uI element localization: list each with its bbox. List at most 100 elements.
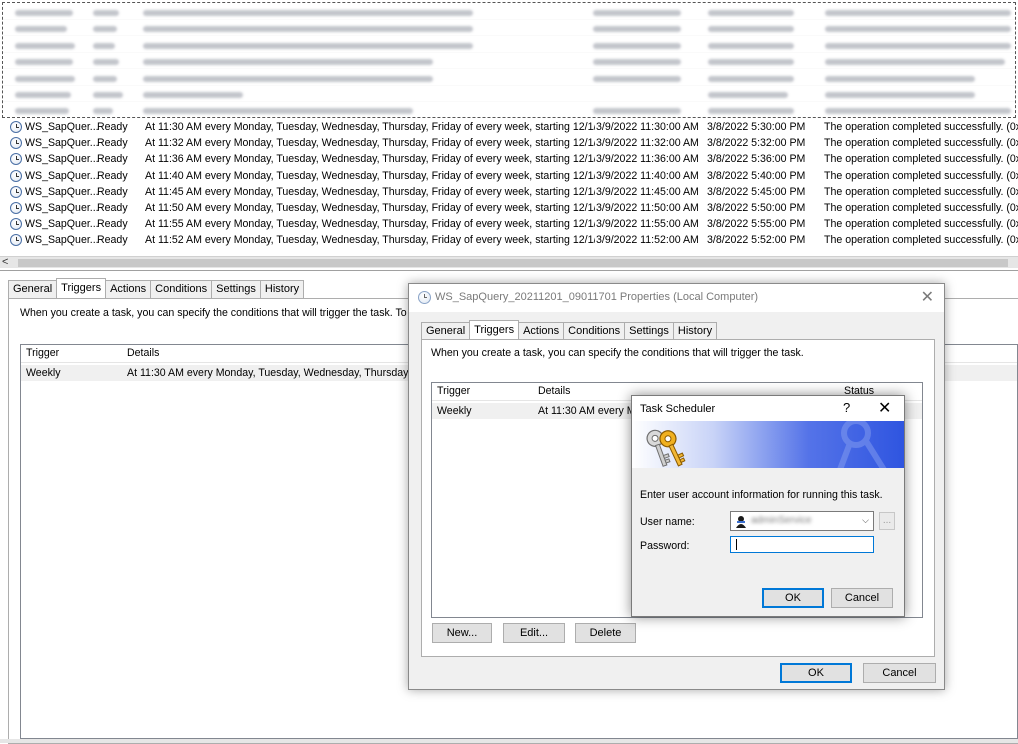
- user-name-value: adminService: [751, 515, 812, 526]
- task-row[interactable]: WS_SapQuer... Ready At 11:40 AM every Mond…: [0, 168, 1018, 184]
- column-header-trigger[interactable]: Trigger: [437, 385, 470, 397]
- task-last-run: 3/8/2022 5:36:00 PM: [707, 153, 806, 166]
- task-row[interactable]: WS_SapQuer... Ready At 11:36 AM every Mond…: [0, 151, 1018, 167]
- redacted-text: [825, 92, 975, 98]
- redacted-text: [143, 42, 473, 49]
- tab-triggers[interactable]: Triggers: [469, 320, 520, 339]
- task-row[interactable]: WS_SapQuer... Ready At 11:50 AM every Mond…: [0, 200, 1018, 216]
- credential-banner: [632, 421, 904, 468]
- task-triggers: At 11:50 AM every Monday, Tuesday, Wedne…: [145, 202, 595, 214]
- redacted-text: [708, 108, 794, 115]
- close-icon[interactable]: ✕: [921, 287, 934, 307]
- tab-settings[interactable]: Settings: [211, 280, 261, 298]
- clock-icon: [10, 153, 22, 166]
- keys-icon: [646, 429, 686, 467]
- task-status: Ready: [97, 234, 128, 247]
- column-header-details[interactable]: Details: [538, 385, 570, 397]
- task-name: WS_SapQuer...: [25, 137, 99, 150]
- scroll-left-arrow[interactable]: <: [2, 256, 8, 268]
- properties-title: WS_SapQuery_20211201_09011701 Properties…: [435, 291, 759, 303]
- credential-titlebar[interactable]: Task Scheduler ? ✕: [632, 396, 904, 421]
- tab-actions[interactable]: Actions: [518, 322, 565, 340]
- browse-user-button[interactable]: ...: [879, 512, 895, 530]
- task-last-result: The operation completed successfully. (0…: [824, 185, 1018, 198]
- tab-actions[interactable]: Actions: [105, 280, 152, 298]
- password-label: Password:: [640, 540, 690, 552]
- task-last-result: The operation completed successfully. (0…: [824, 153, 1018, 166]
- ok-button[interactable]: OK: [780, 663, 852, 683]
- tab-general[interactable]: General: [421, 322, 471, 340]
- close-icon[interactable]: ✕: [878, 398, 891, 418]
- clock-icon: [10, 185, 22, 198]
- redacted-text: [15, 26, 67, 33]
- tab-history[interactable]: History: [259, 280, 305, 298]
- trigger-type: Weekly: [437, 405, 472, 417]
- cancel-button[interactable]: Cancel: [831, 588, 893, 608]
- task-last-run: 3/8/2022 5:40:00 PM: [707, 169, 806, 182]
- edit-trigger-button[interactable]: Edit...: [503, 623, 565, 643]
- redacted-text: [708, 75, 794, 82]
- task-status: Ready: [97, 137, 128, 150]
- credential-title: Task Scheduler: [640, 403, 716, 415]
- task-row[interactable]: WS_SapQuer... Ready At 11:55 AM every Mond…: [0, 216, 1018, 232]
- clock-icon: [10, 121, 22, 133]
- task-last-run: 3/8/2022 5:55:00 PM: [707, 218, 806, 231]
- redacted-text: [93, 75, 117, 82]
- task-triggers: At 11:55 AM every Monday, Tuesday, Wedne…: [145, 218, 595, 231]
- redacted-text: [825, 108, 1011, 115]
- tab-triggers[interactable]: Triggers: [56, 278, 107, 297]
- properties-titlebar[interactable]: WS_SapQuery_20211201_09011701 Properties…: [409, 284, 944, 312]
- task-triggers: At 11:40 AM every Monday, Tuesday, Wedne…: [145, 169, 595, 182]
- tab-settings[interactable]: Settings: [624, 322, 674, 340]
- redacted-text: [825, 75, 975, 82]
- task-status: Ready: [97, 202, 128, 214]
- cancel-button[interactable]: Cancel: [863, 663, 936, 683]
- chevron-down-icon[interactable]: ⌵: [862, 515, 869, 526]
- redacted-text: [708, 42, 794, 49]
- column-header-details[interactable]: Details: [127, 347, 159, 359]
- task-status: Ready: [97, 121, 128, 133]
- redacted-text: [825, 10, 1011, 16]
- task-row[interactable]: WS_SapQuer... Ready At 11:30 AM every Mond…: [0, 119, 1018, 135]
- scrollbar-thumb[interactable]: [18, 259, 1008, 267]
- task-last-run: 3/8/2022 5:45:00 PM: [707, 185, 806, 198]
- trigger-details: At 11:30 AM every M: [538, 405, 636, 417]
- tab-history[interactable]: History: [672, 322, 718, 340]
- ok-button[interactable]: OK: [762, 588, 824, 608]
- tab-general[interactable]: General: [8, 280, 58, 298]
- clock-icon: [10, 202, 22, 214]
- detail-tabs: General Triggers Actions Conditions Sett…: [8, 278, 305, 298]
- task-status: Ready: [97, 153, 128, 166]
- task-row[interactable]: WS_SapQuer... Ready At 11:32 AM every Mond…: [0, 135, 1018, 151]
- column-header-trigger[interactable]: Trigger: [26, 347, 59, 359]
- task-triggers: At 11:30 AM every Monday, Tuesday, Wedne…: [145, 121, 595, 133]
- clock-icon: [418, 291, 431, 304]
- task-last-result: The operation completed successfully. (0…: [824, 121, 1018, 133]
- redacted-text: [593, 26, 681, 33]
- password-field[interactable]: [730, 536, 874, 553]
- task-last-result: The operation completed successfully. (0…: [824, 234, 1018, 247]
- tab-conditions[interactable]: Conditions: [563, 322, 626, 340]
- redacted-text: [143, 26, 473, 33]
- delete-trigger-button[interactable]: Delete: [575, 623, 636, 643]
- user-name-label: User name:: [640, 516, 695, 528]
- clock-icon: [10, 137, 22, 150]
- user-name-combobox[interactable]: adminService ⌵: [730, 511, 874, 531]
- task-row[interactable]: WS_SapQuer... Ready At 11:45 AM every Mond…: [0, 184, 1018, 200]
- task-next-run: 3/9/2022 11:50:00 AM: [596, 202, 699, 214]
- horizontal-scrollbar[interactable]: <: [0, 256, 1018, 268]
- redacted-text: [593, 10, 681, 16]
- redacted-text: [93, 26, 117, 33]
- tab-conditions[interactable]: Conditions: [150, 280, 213, 298]
- task-name: WS_SapQuer...: [25, 185, 99, 198]
- help-icon[interactable]: ?: [843, 400, 850, 415]
- task-last-result: The operation completed successfully. (0…: [824, 169, 1018, 182]
- redacted-text: [708, 59, 794, 66]
- task-row[interactable]: WS_SapQuer... Ready At 11:52 AM every Mond…: [0, 232, 1018, 248]
- triggers-description: When you create a task, you can specify …: [20, 307, 427, 319]
- triggers-description: When you create a task, you can specify …: [431, 347, 804, 359]
- task-triggers: At 11:45 AM every Monday, Tuesday, Wedne…: [145, 185, 595, 198]
- new-trigger-button[interactable]: New...: [432, 623, 492, 643]
- task-status: Ready: [97, 185, 128, 198]
- redacted-text: [93, 59, 119, 66]
